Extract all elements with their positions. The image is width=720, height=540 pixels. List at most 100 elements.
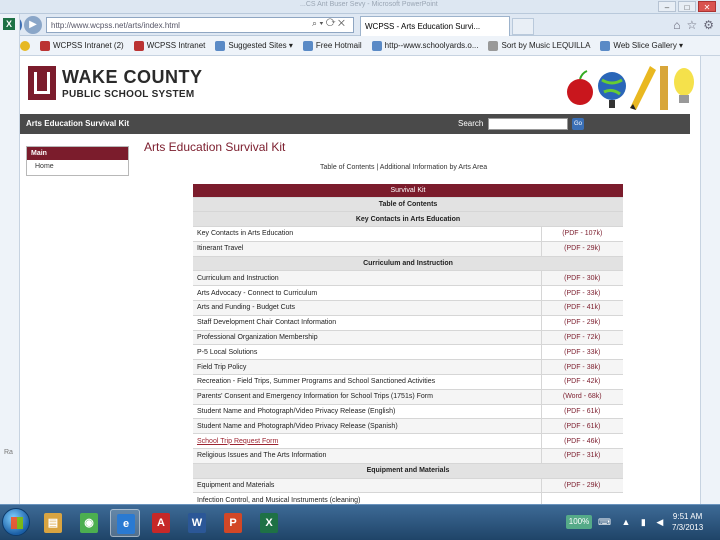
school-supplies-icon — [567, 66, 694, 110]
logo-line2: PUBLIC SCHOOL SYSTEM — [62, 89, 195, 100]
pdf-link[interactable]: (PDF - 33k) — [540, 285, 623, 302]
pdf-link[interactable]: (PDF - 31k) — [540, 448, 623, 464]
taskbar-word-button[interactable]: W — [182, 509, 212, 537]
pdf-link[interactable]: (PDF - 33k) — [540, 344, 623, 361]
survival-kit-table: Survival Kit Table of Contents Key Conta… — [193, 184, 623, 504]
favorite-item[interactable]: Sort by Music LEQUILLA — [488, 40, 591, 51]
favorite-item[interactable]: Free Hotmail — [302, 40, 362, 51]
section-heading: Curriculum and Instruction — [193, 256, 623, 272]
taskbar-explorer-button[interactable]: ▤ — [38, 509, 68, 537]
pdf-link[interactable] — [540, 492, 623, 504]
pdf-link[interactable]: (PDF - 107k) — [540, 226, 623, 242]
toc-links[interactable]: Table of Contents | Additional Informati… — [320, 164, 487, 171]
pdf-link[interactable]: (PDF - 42k) — [540, 374, 623, 390]
favorite-item[interactable]: WCPSS Intranet — [133, 40, 206, 51]
pdf-link[interactable]: (PDF - 29k) — [540, 241, 623, 257]
tray-icons: ⌨ ▲ ▮ ◀ — [598, 517, 668, 527]
pdf-link[interactable]: (PDF - 29k) — [540, 478, 623, 494]
address-bar[interactable]: http://www.wcpss.net/arts/index.html — [46, 17, 354, 33]
pdf-link[interactable]: (PDF - 46k) — [540, 433, 623, 450]
band-title: Arts Education Survival Kit — [26, 119, 130, 128]
table-toc: Table of Contents — [193, 197, 623, 213]
close-button[interactable]: ✕ — [698, 1, 716, 12]
search-go-button[interactable]: Go — [572, 118, 584, 130]
favorites-star-icon[interactable]: ☆ — [686, 18, 697, 32]
pdf-link[interactable]: (PDF - 41k) — [540, 300, 623, 316]
taskbar: ▤ ◉ e A W P X 100% ⌨ ▲ ▮ ◀ 9:51 AM 7/3/2013 — [0, 504, 720, 540]
table-row: Student Name and Photograph/Video Privac… — [193, 418, 623, 435]
ie-icon: e — [117, 514, 135, 534]
system-clock[interactable]: 9:51 AM 7/3/2013 — [672, 511, 703, 533]
taskbar-chrome-button[interactable]: ◉ — [74, 509, 104, 537]
clock-time: 9:51 AM — [672, 512, 703, 521]
table-row: Arts Advocacy - Connect to Curriculum (PD… — [193, 285, 623, 302]
table-row: Itinerant Travel (PDF - 29k) — [193, 241, 623, 257]
new-tab-button[interactable] — [512, 18, 534, 35]
row-label: Religious Issues and The Arts Informatio… — [193, 448, 541, 464]
ie-page-icon — [302, 40, 313, 51]
taskbar-powerpoint-button[interactable]: P — [218, 509, 248, 537]
table-section-row: Equipment and Materials — [193, 463, 623, 479]
favorites-bar: WCPSS Intranet (2) WCPSS Intranet Sugges… — [0, 36, 720, 56]
maximize-button[interactable]: □ — [678, 1, 696, 12]
gear-icon[interactable]: ⚙ — [703, 18, 714, 32]
left-menu: Main Home — [26, 146, 129, 176]
window-title: ...CS Ant Buser Sevy - Microsoft PowerPo… — [300, 1, 438, 8]
pdf-link[interactable]: (PDF - 29k) — [540, 315, 623, 331]
favorite-label: Sort by Music LEQUILLA — [501, 41, 591, 50]
window-controls: – □ ✕ — [658, 1, 716, 12]
row-label: Key Contacts in Arts Education — [193, 226, 541, 242]
row-label[interactable]: School Trip Request Form — [193, 433, 541, 450]
wcpss-icon — [40, 40, 50, 51]
table-row: Equipment and Materials (PDF - 29k) — [193, 478, 623, 494]
favorite-item[interactable]: WCPSS Intranet (2) — [40, 40, 124, 51]
menu-item-home[interactable]: Home — [27, 160, 128, 173]
excel-icon: X — [260, 513, 278, 533]
taskbar-ie-button[interactable]: e — [110, 509, 140, 537]
forward-button[interactable]: ▶ — [24, 16, 42, 34]
home-icon[interactable]: ⌂ — [673, 18, 680, 32]
address-tools[interactable]: ⌕ ▾ ⟳ ✕ — [312, 18, 345, 29]
table-caption: Survival Kit — [193, 184, 623, 198]
pdf-link[interactable]: (PDF - 61k) — [540, 404, 623, 420]
pdf-link[interactable]: (Word - 68k) — [540, 389, 623, 405]
left-edge-strip: X Ra — [0, 14, 20, 504]
desktop-screen: ...CS Ant Buser Sevy - Microsoft PowerPo… — [0, 0, 720, 540]
table-section-row: Key Contacts in Arts Education — [193, 211, 623, 228]
excel-icon: X — [3, 18, 15, 30]
page-viewport: WAKE COUNTY PUBLIC SCHOOL SYSTEM Arts Ed… — [20, 56, 700, 504]
table-toc-row: Table of Contents — [193, 197, 623, 213]
row-label: Arts and Funding - Budget Cuts — [193, 300, 541, 316]
favorite-label: WCPSS Intranet — [146, 41, 206, 50]
taskbar-acrobat-button[interactable]: A — [146, 509, 176, 537]
row-label: P-5 Local Solutions — [193, 344, 541, 361]
clock-date: 7/3/2013 — [672, 523, 704, 532]
page-title: Arts Education Survival Kit — [144, 140, 286, 154]
ie-page-icon — [371, 40, 382, 51]
site-nav-band: Arts Education Survival Kit Search Go — [20, 114, 690, 134]
favorite-item[interactable]: http--www.schoolyards.o... — [371, 40, 479, 51]
table-row: Religious Issues and The Arts Informatio… — [193, 448, 623, 464]
taskbar-excel-button[interactable]: X — [254, 509, 284, 537]
section-heading: Equipment and Materials — [193, 463, 623, 479]
tab-wcpss[interactable]: WCPSS - Arts Education Survi... — [360, 16, 510, 36]
wcpss-logo-icon — [28, 66, 56, 100]
pdf-link[interactable]: (PDF - 30k) — [540, 270, 623, 287]
right-edge-strip — [700, 56, 720, 504]
zoom-indicator[interactable]: 100% — [566, 515, 592, 529]
table-row: Infection Control, and Musical Instrumen… — [193, 492, 623, 504]
favorite-item[interactable]: Web Slice Gallery ▾ — [600, 40, 683, 51]
table-row: Arts and Funding - Budget Cuts (PDF - 41k… — [193, 300, 623, 316]
pdf-link[interactable]: (PDF - 38k) — [540, 359, 623, 376]
minimize-button[interactable]: – — [658, 1, 676, 12]
favorite-item[interactable]: Suggested Sites ▾ — [215, 40, 293, 51]
search-input[interactable] — [488, 118, 568, 130]
favorite-label: http--www.schoolyards.o... — [384, 41, 479, 50]
favorite-item[interactable] — [20, 40, 30, 51]
pdf-link[interactable]: (PDF - 61k) — [540, 418, 623, 435]
pdf-link[interactable]: (PDF - 72k) — [540, 330, 623, 346]
start-button[interactable] — [2, 508, 30, 536]
table-section-row: Curriculum and Instruction — [193, 256, 623, 272]
page-icon — [488, 40, 499, 51]
favorite-label: Free Hotmail — [315, 41, 362, 50]
